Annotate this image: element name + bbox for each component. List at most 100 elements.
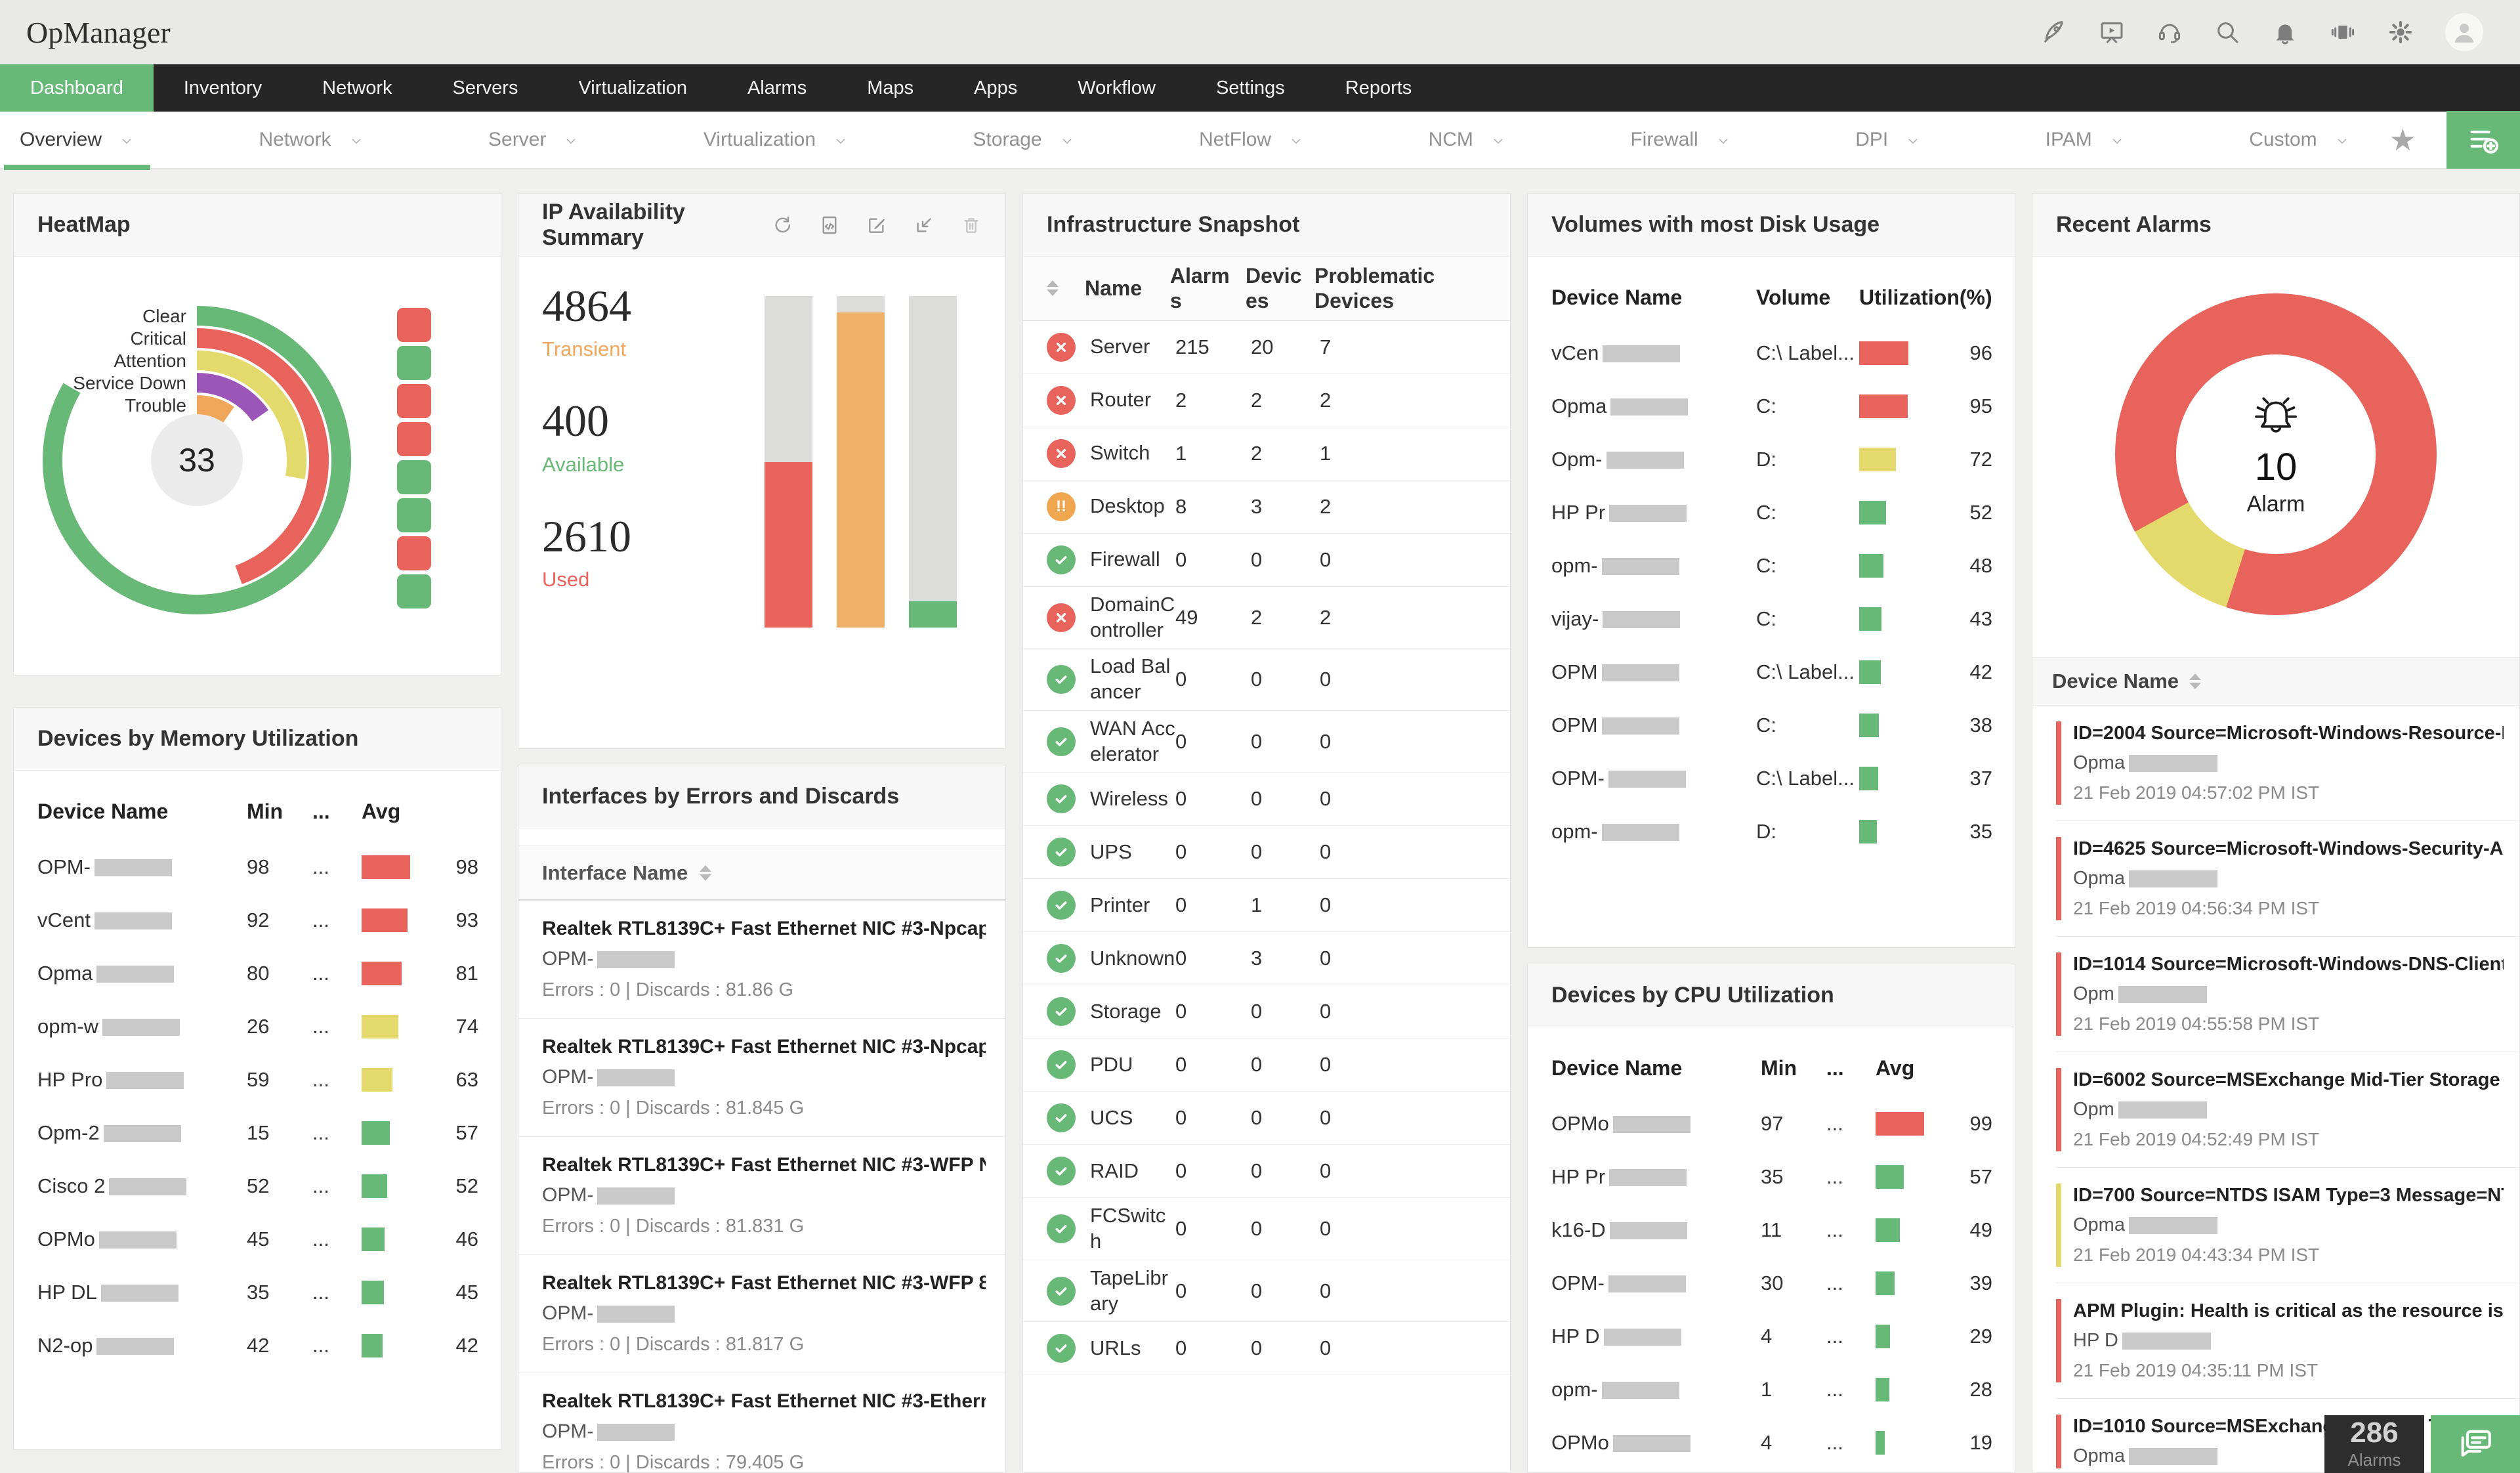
col-device-name[interactable]: Device Name bbox=[37, 800, 168, 824]
col-alarms[interactable]: Alarms bbox=[1170, 263, 1230, 314]
table-row[interactable]: opm-w 26... 74 bbox=[14, 1000, 501, 1053]
table-row[interactable]: UCS 0 0 0 bbox=[1023, 1092, 1510, 1145]
nav-item-maps[interactable]: Maps bbox=[837, 64, 944, 112]
table-row[interactable]: opm- 1... 28 bbox=[1528, 1363, 2015, 1416]
delete-icon[interactable] bbox=[961, 215, 982, 236]
support-icon[interactable] bbox=[2156, 19, 2183, 45]
alarm-item[interactable]: ID=4625 Source=Microsoft-Windows-Securit… bbox=[2056, 821, 2519, 937]
settings-icon[interactable] bbox=[2387, 19, 2414, 45]
chevron-down-icon[interactable] bbox=[2334, 132, 2350, 148]
training-icon[interactable] bbox=[2099, 19, 2125, 45]
nav-item-reports[interactable]: Reports bbox=[1315, 64, 1442, 112]
table-row[interactable]: DomainController 49 2 2 bbox=[1023, 587, 1510, 649]
subnav-tab-ipam[interactable]: IPAM bbox=[2039, 111, 2132, 169]
col-min[interactable]: Min bbox=[1761, 1056, 1797, 1080]
col-volume[interactable]: Volume bbox=[1756, 286, 1830, 310]
table-row[interactable]: OPMo 4... 19 bbox=[1528, 1416, 2015, 1469]
table-row[interactable]: Printer 0 1 0 bbox=[1023, 879, 1510, 933]
chevron-down-icon[interactable] bbox=[1288, 132, 1304, 148]
refresh-icon[interactable] bbox=[772, 215, 793, 236]
nav-item-inventory[interactable]: Inventory bbox=[154, 64, 292, 112]
heatmap-cell[interactable] bbox=[397, 346, 431, 380]
nav-item-dashboard[interactable]: Dashboard bbox=[0, 64, 154, 112]
col-device-name[interactable]: Device Name bbox=[1551, 1056, 1682, 1080]
subnav-tab-ncm[interactable]: NCM bbox=[1422, 111, 1513, 169]
table-row[interactable]: Opm-2 15... 57 bbox=[14, 1106, 501, 1159]
alarm-item[interactable]: ID=6002 Source=MSExchange Mid-Tier Stora… bbox=[2056, 1052, 2519, 1168]
col-avg[interactable]: Avg bbox=[362, 800, 400, 823]
table-row[interactable]: Opm- D: 72 bbox=[1528, 433, 2015, 486]
sort-icon[interactable] bbox=[700, 865, 712, 881]
table-row[interactable]: Opma 80... 81 bbox=[14, 947, 501, 1000]
table-row[interactable]: HP Pr C: 52 bbox=[1528, 486, 2015, 539]
interface-row[interactable]: Realtek RTL8139C+ Fast Ethernet NIC #3-W… bbox=[518, 1255, 1005, 1373]
user-avatar[interactable] bbox=[2445, 13, 2483, 51]
nav-item-workflow[interactable]: Workflow bbox=[1047, 64, 1186, 112]
add-dashboard-button[interactable] bbox=[2446, 111, 2520, 169]
table-row[interactable]: Wireless 0 0 0 bbox=[1023, 773, 1510, 826]
table-row[interactable]: OPM C:\ Label... 42 bbox=[1528, 645, 2015, 698]
table-row[interactable]: OPMo 45... 46 bbox=[14, 1212, 501, 1266]
col-utilization[interactable]: Utilization(%) bbox=[1859, 286, 1992, 309]
table-row[interactable]: PDU 0 0 0 bbox=[1023, 1038, 1510, 1092]
chevron-down-icon[interactable] bbox=[833, 132, 849, 148]
chevron-down-icon[interactable] bbox=[1059, 132, 1075, 148]
table-row[interactable]: TapeLibrary 0 0 0 bbox=[1023, 1260, 1510, 1323]
sort-icon[interactable] bbox=[2189, 673, 2202, 689]
alarm-item[interactable]: ID=700 Source=NTDS ISAM Type=3 Message=N… bbox=[2056, 1168, 2519, 1283]
sort-icon[interactable] bbox=[1047, 280, 1059, 297]
heatmap-cell[interactable] bbox=[397, 384, 431, 418]
table-row[interactable]: OPM- 98... 98 bbox=[14, 840, 501, 893]
interface-row[interactable]: Realtek RTL8139C+ Fast Ethernet NIC #3-W… bbox=[518, 1137, 1005, 1255]
interface-row[interactable]: Realtek RTL8139C+ Fast Ethernet NIC #3-N… bbox=[518, 1019, 1005, 1137]
heatmap-cell[interactable] bbox=[397, 498, 431, 532]
table-row[interactable]: Firewall 0 0 0 bbox=[1023, 534, 1510, 587]
alarms-count-badge[interactable]: 286 Alarms bbox=[2324, 1415, 2424, 1473]
app-logo[interactable]: OpManager bbox=[26, 15, 171, 50]
favorite-star-icon[interactable]: ★ bbox=[2389, 122, 2416, 158]
notifications-icon[interactable] bbox=[2272, 19, 2298, 45]
alarm-item[interactable]: ID=2004 Source=Microsoft-Windows-Resourc… bbox=[2056, 706, 2519, 821]
nav-item-alarms[interactable]: Alarms bbox=[717, 64, 837, 112]
table-row[interactable]: URLs 0 0 0 bbox=[1023, 1322, 1510, 1376]
table-row[interactable]: !! Desktop 8 3 2 bbox=[1023, 480, 1510, 534]
col-device-name[interactable]: Device Name bbox=[1551, 286, 1682, 310]
interface-row[interactable]: Realtek RTL8139C+ Fast Ethernet NIC #3-E… bbox=[518, 1373, 1005, 1472]
table-row[interactable]: Unknown 0 3 0 bbox=[1023, 932, 1510, 986]
nav-item-servers[interactable]: Servers bbox=[423, 64, 549, 112]
table-row[interactable]: WAN Accelerator 0 0 0 bbox=[1023, 711, 1510, 773]
subnav-tab-storage[interactable]: Storage bbox=[967, 111, 1082, 169]
chevron-down-icon[interactable] bbox=[1905, 132, 1921, 148]
table-row[interactable]: Storage 0 0 0 bbox=[1023, 985, 1510, 1039]
chevron-down-icon[interactable] bbox=[2109, 132, 2125, 148]
col-name[interactable]: Name bbox=[1085, 276, 1170, 301]
table-row[interactable]: Cisco 2 52... 52 bbox=[14, 1159, 501, 1212]
alarm-item[interactable]: ID=1014 Source=Microsoft-Windows-DNS-Cli… bbox=[2056, 937, 2519, 1052]
subnav-tab-virtualization[interactable]: Virtualization bbox=[697, 111, 855, 169]
chevron-down-icon[interactable] bbox=[348, 132, 364, 148]
table-row[interactable]: OPM- C:\ Label... 37 bbox=[1528, 752, 2015, 805]
chevron-down-icon[interactable] bbox=[1490, 132, 1506, 148]
col-avg[interactable]: Avg bbox=[1876, 1056, 1914, 1080]
collapse-icon[interactable] bbox=[914, 215, 934, 236]
widgets-icon[interactable] bbox=[2330, 19, 2356, 45]
col-problematic-devices[interactable]: Problematic Devices bbox=[1314, 263, 1510, 314]
alarm-item[interactable]: APM Plugin: Health is critical as the re… bbox=[2056, 1283, 2519, 1399]
table-row[interactable]: RAID 0 0 0 bbox=[1023, 1145, 1510, 1199]
table-row[interactable]: vCent 92... 93 bbox=[14, 893, 501, 947]
subnav-tab-dpi[interactable]: DPI bbox=[1849, 111, 1927, 169]
table-row[interactable]: HP D 4... 29 bbox=[1528, 1310, 2015, 1363]
heatmap-cell[interactable] bbox=[397, 308, 431, 342]
nav-item-settings[interactable]: Settings bbox=[1186, 64, 1315, 112]
chevron-down-icon[interactable] bbox=[563, 132, 579, 148]
table-row[interactable]: Switch 1 2 1 bbox=[1023, 427, 1510, 480]
report-icon[interactable] bbox=[819, 215, 840, 236]
table-row[interactable]: HP Pr 35... 57 bbox=[1528, 1150, 2015, 1203]
interface-row[interactable]: Realtek RTL8139C+ Fast Ethernet NIC #3-N… bbox=[518, 901, 1005, 1019]
search-icon[interactable] bbox=[2214, 19, 2240, 45]
table-row[interactable]: HP DL 35... 45 bbox=[14, 1266, 501, 1319]
nav-item-virtualization[interactable]: Virtualization bbox=[548, 64, 717, 112]
subnav-tab-netflow[interactable]: NetFlow bbox=[1192, 111, 1311, 169]
table-row[interactable]: N2-op 42... 42 bbox=[14, 1319, 501, 1372]
nav-item-network[interactable]: Network bbox=[292, 64, 422, 112]
